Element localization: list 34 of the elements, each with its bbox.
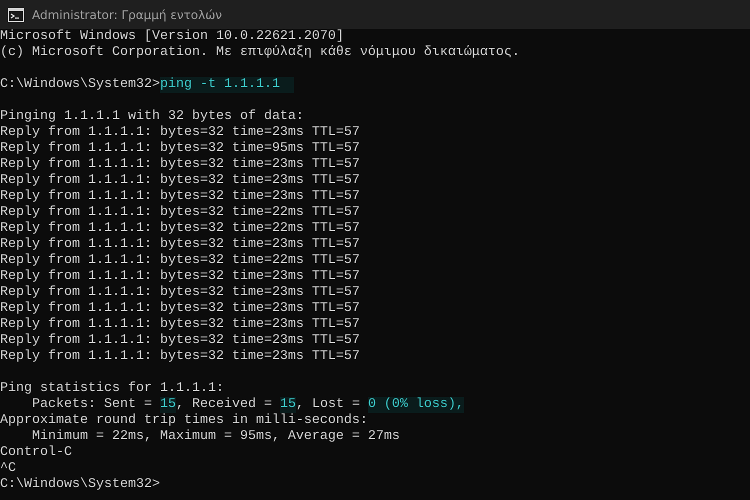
console-line: Minimum = 22ms, Maximum = 95ms, Average = 27ms <box>30 429 401 445</box>
console-line: Reply from 1.1.1.1: bytes=32 time=23ms TTL=57 <box>0 301 361 317</box>
console-line: Approximate round trip times in milli-seconds: <box>0 413 369 429</box>
console-line: C:\Windows\System32> <box>0 477 161 493</box>
command-input[interactable]: ping -t 1.1.1.1 <box>160 77 294 93</box>
console-text: , Received = <box>176 397 273 413</box>
console-line: Reply from 1.1.1.1: bytes=32 time=23ms TTL=57 <box>0 189 361 205</box>
console-line: Reply from 1.1.1.1: bytes=32 time=95ms TTL=57 <box>0 141 361 157</box>
console-line: Reply from 1.1.1.1: bytes=32 time=23ms TTL=57 <box>0 269 361 285</box>
console-text: Packets: Sent = <box>30 397 153 413</box>
console-line: Ping statistics for 1.1.1.1: <box>0 381 225 397</box>
console-line: Reply from 1.1.1.1: bytes=32 time=23ms TTL=57 <box>0 237 361 253</box>
console-line: ^C <box>0 461 17 477</box>
console-icon <box>8 8 24 22</box>
console-line: Reply from 1.1.1.1: bytes=32 time=23ms TTL=57 <box>0 317 361 333</box>
console-line: Reply from 1.1.1.1: bytes=32 time=22ms TTL=57 <box>0 253 361 269</box>
console-line: Microsoft Windows [Version 10.0.22621.2070] <box>0 29 345 45</box>
console-text: C:\Windows\System32> <box>0 77 160 93</box>
window-title: Administrator: Γραμμή εντολών <box>32 8 222 22</box>
console-line: Reply from 1.1.1.1: bytes=32 time=22ms TTL=57 <box>0 205 361 221</box>
console-line: Pinging 1.1.1.1 with 32 bytes of data: <box>0 109 305 125</box>
highlighted-text: 15 <box>280 397 296 413</box>
console-line: Reply from 1.1.1.1: bytes=32 time=23ms TTL=57 <box>0 173 361 189</box>
console-text: , Lost = <box>296 397 361 413</box>
console-line: (c) Microsoft Corporation. Με επιφύλαξη κάθε νόμιμου δικαιώματος. <box>0 45 521 61</box>
console-line: Reply from 1.1.1.1: bytes=32 time=23ms TTL=57 <box>0 349 361 365</box>
highlighted-text: 15 <box>160 397 176 413</box>
console-line: Reply from 1.1.1.1: bytes=32 time=23ms TTL=57 <box>0 157 361 173</box>
console-line: Reply from 1.1.1.1: bytes=32 time=23ms TTL=57 <box>0 285 361 301</box>
console-line: Reply from 1.1.1.1: bytes=32 time=23ms TTL=57 <box>0 333 361 349</box>
highlighted-text: 0 (0% loss), <box>368 397 464 413</box>
console-line: Reply from 1.1.1.1: bytes=32 time=22ms TTL=57 <box>0 221 361 237</box>
console-line: Reply from 1.1.1.1: bytes=32 time=23ms TTL=57 <box>0 125 361 141</box>
console-line: Control-C <box>0 445 73 461</box>
